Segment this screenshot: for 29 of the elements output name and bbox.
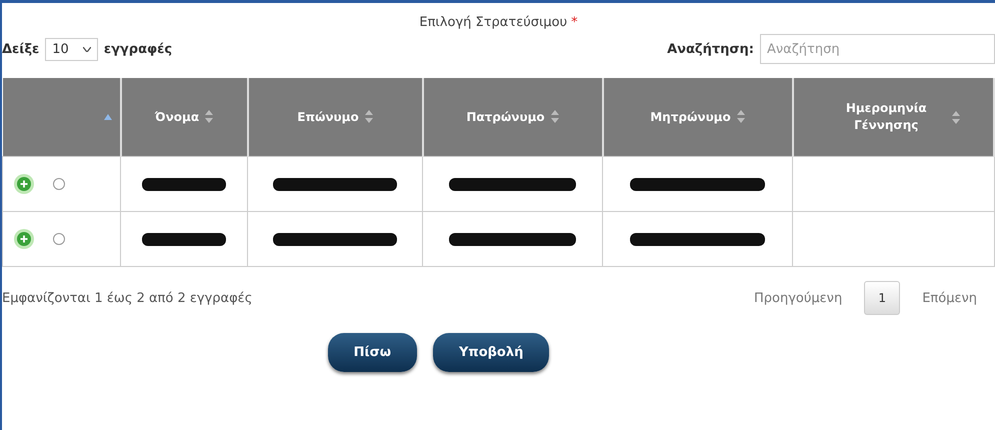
previous-link[interactable]: Προηγούμενη (754, 290, 842, 306)
sort-icon[interactable] (952, 110, 960, 124)
sort-icon[interactable] (550, 110, 559, 124)
table-info: Εμφανίζονται 1 έως 2 από 2 εγγραφές (2, 290, 252, 306)
chevron-down-icon (82, 46, 91, 52)
radio-button[interactable] (53, 233, 65, 245)
entries-select[interactable]: 10 (45, 38, 98, 60)
column-header[interactable]: Όνομα (120, 78, 248, 156)
expand-icon[interactable] (13, 228, 35, 250)
sort-icon[interactable] (364, 110, 373, 124)
sort-ascending-icon[interactable] (104, 114, 112, 120)
column-header[interactable]: Επώνυμο (248, 78, 422, 156)
page-button[interactable]: 1 (864, 281, 900, 315)
column-header[interactable]: Πατρώνυμο (422, 78, 602, 156)
back-button[interactable]: Πίσω (328, 333, 417, 372)
radio-button[interactable] (53, 178, 65, 190)
required-mark: * (571, 15, 578, 30)
column-header[interactable]: Μητρώνυμο (602, 78, 792, 156)
form-title: Επιλογή Στρατεύσιμου (419, 15, 568, 30)
submit-button[interactable]: Υποβολή (433, 333, 550, 372)
sort-icon[interactable] (205, 110, 214, 124)
column-header[interactable]: Ημερομηνία Γέννησης (792, 78, 994, 156)
search-field[interactable]: Αναζήτηση (760, 34, 995, 64)
show-label: Δείξε (2, 42, 40, 56)
search-label: Αναζήτηση: (667, 42, 754, 56)
expand-icon[interactable] (13, 173, 35, 195)
next-link[interactable]: Επόμενη (922, 290, 977, 306)
entries-label: εγγραφές (104, 42, 172, 56)
sort-icon[interactable] (736, 110, 745, 124)
